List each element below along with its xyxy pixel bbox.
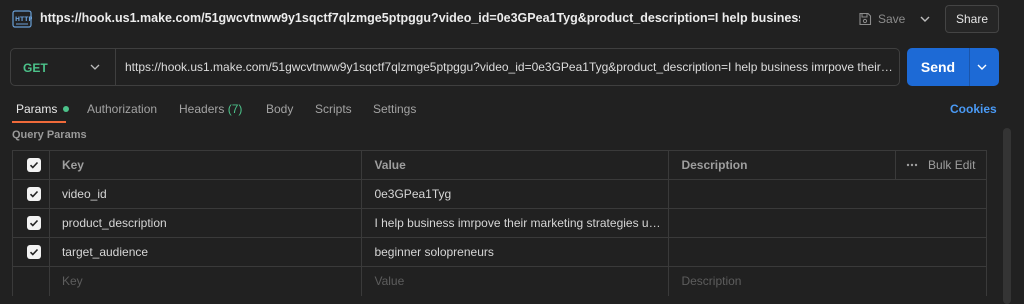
tab-headers[interactable]: Headers (7) <box>179 102 242 116</box>
table-row: product_description I help business imrp… <box>12 208 987 238</box>
key-cell[interactable]: target_audience <box>48 237 363 267</box>
bulk-edit-cell: Bulk Edit <box>895 150 987 180</box>
description-cell[interactable] <box>668 208 987 238</box>
select-all-checkbox[interactable] <box>27 158 41 172</box>
save-label: Save <box>878 12 906 26</box>
svg-text:HTTP: HTTP <box>15 16 32 23</box>
check-icon <box>29 219 39 227</box>
row-check-cell <box>12 266 50 296</box>
tab-label: Params <box>16 102 58 116</box>
active-params-dot <box>63 105 70 112</box>
value-column-header: Value <box>361 150 670 180</box>
url-input[interactable]: https://hook.us1.make.com/51gwcvtnww9y1s… <box>125 60 893 74</box>
new-param-row: Key Value Description <box>12 266 987 296</box>
row-check-cell <box>12 237 50 267</box>
param-value: 0e3GPea1Tyg <box>374 187 452 201</box>
method-select[interactable]: GET <box>11 49 116 85</box>
description-cell[interactable]: Description <box>668 266 987 296</box>
tab-authorization[interactable]: Authorization <box>87 102 157 116</box>
tab-params[interactable]: Params <box>16 102 70 116</box>
param-value: I help business imrpove their marketing … <box>374 216 665 230</box>
save-button[interactable]: Save <box>858 8 905 30</box>
send-button[interactable]: Send <box>907 48 969 86</box>
query-params-table: Key Value Description Bulk Edit video_id… <box>12 150 987 296</box>
header-check-cell <box>12 150 50 180</box>
description-column-header: Description <box>668 150 897 180</box>
key-cell[interactable]: product_description <box>48 208 363 238</box>
tab-settings[interactable]: Settings <box>373 102 416 116</box>
row-checkbox[interactable] <box>27 245 41 259</box>
table-row: video_id 0e3GPea1Tyg <box>12 179 987 209</box>
bulk-edit-label: Bulk Edit <box>928 158 976 172</box>
bulk-edit-button[interactable]: Bulk Edit <box>896 158 986 172</box>
description-cell[interactable] <box>668 179 987 209</box>
key-header-label: Key <box>61 158 84 172</box>
description-cell[interactable] <box>668 237 987 267</box>
send-button-group: Send <box>907 48 999 86</box>
table-row: target_audience beginner solopreneurs <box>12 237 987 267</box>
chevron-down-icon[interactable] <box>974 59 990 75</box>
section-title: Query Params <box>12 129 87 141</box>
key-column-header: Key <box>48 150 363 180</box>
http-request-icon: HTTP <box>12 10 32 28</box>
tab-scripts[interactable]: Scripts <box>315 102 352 116</box>
value-cell[interactable]: Value <box>361 266 670 296</box>
key-cell[interactable]: video_id <box>48 179 363 209</box>
key-placeholder: Key <box>61 274 83 289</box>
chevron-down-icon <box>90 64 100 70</box>
request-title[interactable]: https://hook.us1.make.com/51gwcvtnww9y1s… <box>40 11 800 25</box>
vertical-scrollbar[interactable] <box>1003 128 1011 304</box>
method-label: GET <box>23 61 48 75</box>
check-icon <box>29 248 39 256</box>
description-header-label: Description <box>681 158 748 172</box>
value-cell[interactable]: I help business imrpove their marketing … <box>361 208 670 238</box>
tab-label: Headers <box>179 102 225 116</box>
key-cell[interactable]: Key <box>48 266 363 296</box>
value-header-label: Value <box>374 158 406 172</box>
row-checkbox[interactable] <box>27 216 41 230</box>
cookies-link[interactable]: Cookies <box>950 102 997 116</box>
row-check-cell <box>12 208 50 238</box>
value-placeholder: Value <box>374 274 405 289</box>
chevron-down-icon[interactable] <box>916 10 934 28</box>
param-value: beginner solopreneurs <box>374 245 494 259</box>
url-bar: GET https://hook.us1.make.com/51gwcvtnww… <box>10 48 900 86</box>
row-check-cell <box>12 179 50 209</box>
tab-body[interactable]: Body <box>266 102 293 116</box>
value-cell[interactable]: beginner solopreneurs <box>361 237 670 267</box>
param-key: video_id <box>61 187 107 201</box>
param-key: target_audience <box>61 245 149 259</box>
save-icon <box>859 12 872 26</box>
check-icon <box>29 161 39 169</box>
param-key: product_description <box>61 216 167 230</box>
request-header: HTTP https://hook.us1.make.com/51gwcvtnw… <box>0 0 1024 40</box>
check-icon <box>29 190 39 198</box>
description-placeholder: Description <box>681 274 742 289</box>
headers-count: (7) <box>227 102 243 116</box>
share-button[interactable]: Share <box>945 5 999 33</box>
more-dots-icon <box>906 163 918 167</box>
send-divider <box>969 48 970 86</box>
value-cell[interactable]: 0e3GPea1Tyg <box>361 179 670 209</box>
row-checkbox[interactable] <box>27 187 41 201</box>
active-tab-indicator <box>12 121 66 123</box>
table-header-row: Key Value Description Bulk Edit <box>12 150 987 180</box>
